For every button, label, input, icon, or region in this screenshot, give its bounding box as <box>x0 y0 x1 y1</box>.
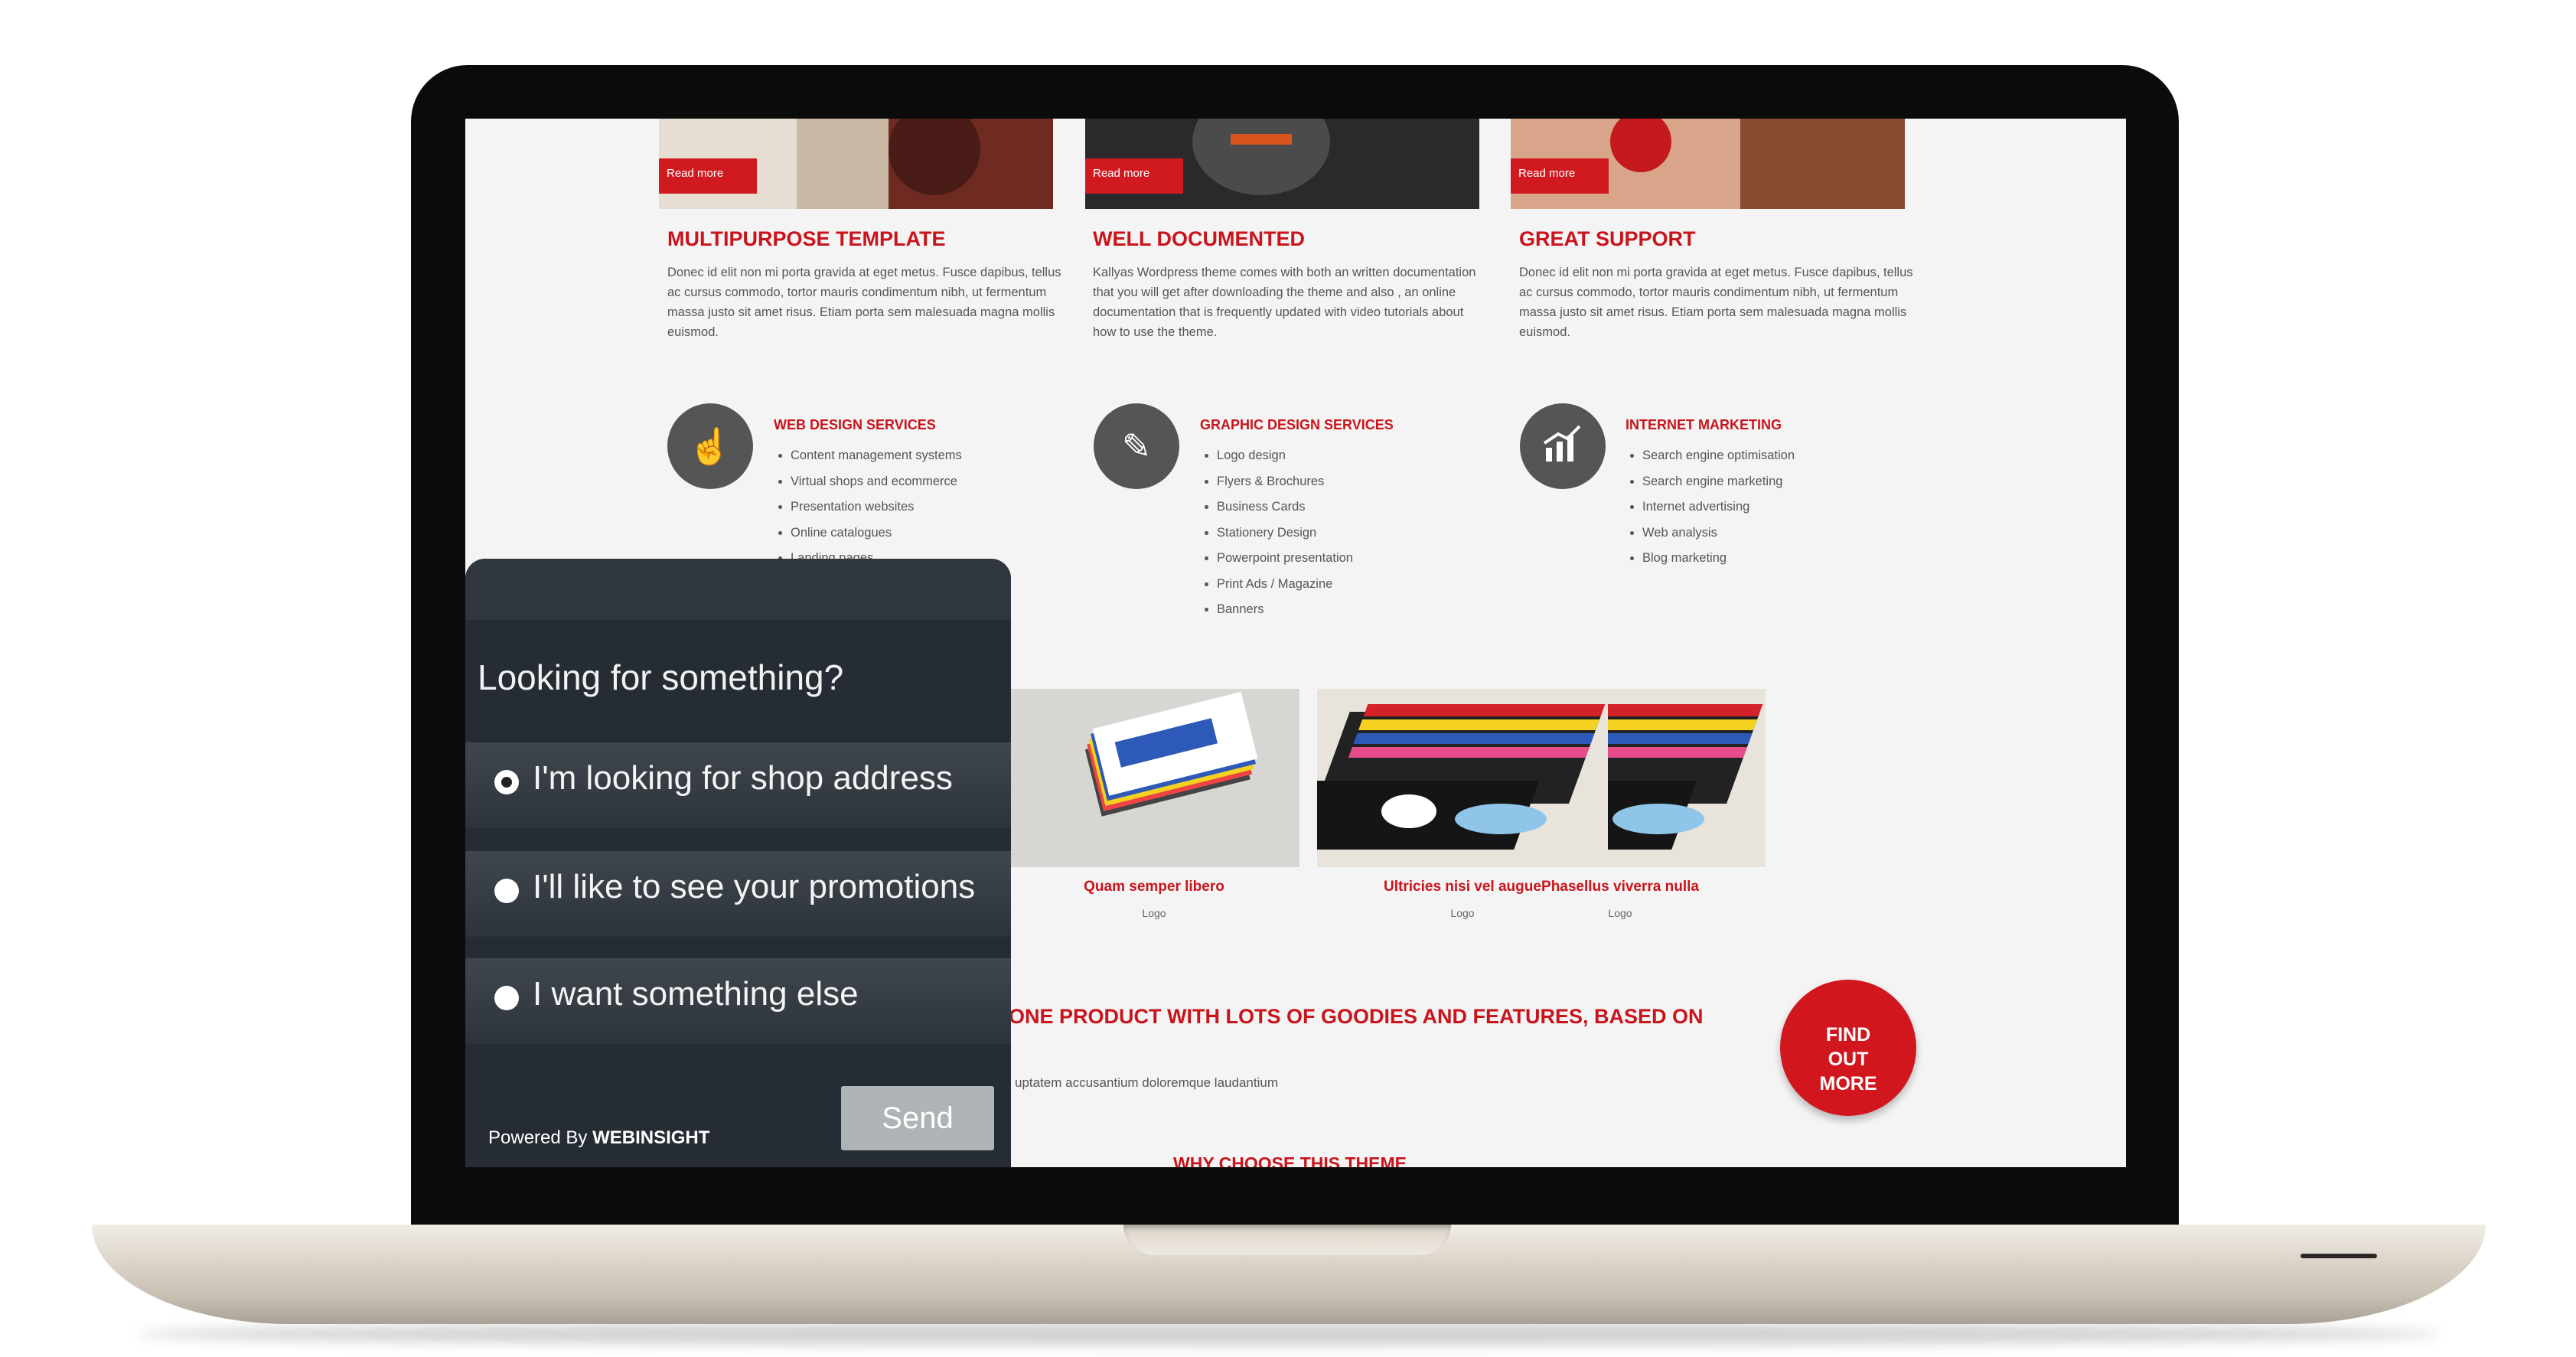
widget-header[interactable] <box>465 559 1011 620</box>
service-item: Flyers & Brochures <box>1217 469 1353 495</box>
find-out-more-button[interactable]: FIND OUT MORE <box>1780 980 1916 1116</box>
portfolio-title[interactable]: Phasellus viverra nulla <box>1475 879 1766 895</box>
service-item: Search engine marketing <box>1642 469 1795 495</box>
service-item: Blog marketing <box>1642 546 1795 572</box>
laptop-shadow <box>138 1323 2441 1346</box>
feature-title: MULTIPURPOSE TEMPLATE <box>667 227 946 250</box>
service-item: Presentation websites <box>791 494 962 520</box>
service-item: Stationery Design <box>1217 520 1353 546</box>
read-more-button[interactable]: Read more <box>1511 158 1609 194</box>
option-promotions[interactable]: I'll like to see your promotions <box>465 851 1011 937</box>
laptop-lid-notch <box>1123 1225 1451 1255</box>
portfolio-title[interactable]: Quam semper libero <box>1009 879 1299 895</box>
service-item: Virtual shops and ecommerce <box>791 469 962 495</box>
feature-title: WELL DOCUMENTED <box>1093 227 1305 250</box>
service-item: Print Ads / Magazine <box>1217 572 1353 598</box>
service-title: WEB DESIGN SERVICES <box>774 417 936 432</box>
feature-image-2: Read more <box>1085 119 1479 209</box>
feature-text: Donec id elit non mi porta gravida at eg… <box>1519 266 1913 339</box>
callout-headline: ONE PRODUCT WITH LOTS OF GOODIES AND FEA… <box>1009 1005 1704 1028</box>
hand-pointer-icon: ☝ <box>667 403 753 489</box>
portfolio-category: Logo <box>1608 907 1632 919</box>
service-title: INTERNET MARKETING <box>1625 417 1782 432</box>
service-item: Online catalogues <box>791 520 962 546</box>
option-label: I'm looking for shop address <box>533 759 953 797</box>
powered-brand: WEBINSIGHT <box>592 1127 710 1148</box>
radio-unselected[interactable] <box>494 879 519 903</box>
website-screen: Read more MULTIPURPOSE TEMPLATE Donec id… <box>465 119 2126 1167</box>
read-more-button[interactable]: Read more <box>659 158 757 194</box>
feature-text: Donec id elit non mi porta gravida at eg… <box>667 266 1061 339</box>
feature-image-1: Read more <box>659 119 1053 209</box>
option-shop-address[interactable]: I'm looking for shop address <box>465 742 1011 828</box>
option-something-else[interactable]: I want something else <box>465 958 1011 1044</box>
portfolio-thumbnail-2[interactable] <box>1317 689 1608 867</box>
option-label: I want something else <box>533 975 859 1013</box>
portfolio-thumbnail-1[interactable] <box>1009 689 1299 867</box>
feature-text: Kallyas Wordpress theme comes with both … <box>1093 266 1476 339</box>
widget-title: Looking for something? <box>478 657 844 697</box>
section-title: WHY CHOOSE THIS THEME <box>1173 1153 1407 1167</box>
service-item: Internet advertising <box>1642 494 1795 520</box>
service-item: Powerpoint presentation <box>1217 546 1353 572</box>
feature-image-3: Read more <box>1511 119 1905 209</box>
callout-subtext: uptatem accusantium doloremque laudantiu… <box>1015 1075 1278 1090</box>
service-item: Business Cards <box>1217 494 1353 520</box>
service-item: Search engine optimisation <box>1642 443 1795 469</box>
feedback-widget: Looking for something? I'm looking for s… <box>465 559 1011 1167</box>
portfolio-image <box>1009 689 1299 867</box>
powered-prefix: Powered By <box>488 1127 588 1148</box>
read-more-button[interactable]: Read more <box>1085 158 1183 194</box>
service-item: Logo design <box>1217 443 1353 469</box>
chart-icon <box>1520 403 1606 489</box>
option-label: I'll like to see your promotions <box>533 868 976 905</box>
powered-by[interactable]: Powered By WEBINSIGHT <box>488 1127 709 1149</box>
service-title: GRAPHIC DESIGN SERVICES <box>1200 417 1394 432</box>
radio-selected[interactable] <box>494 770 519 794</box>
service-item: Web analysis <box>1642 520 1795 546</box>
portfolio-category: Logo <box>1142 907 1166 919</box>
service-item: Content management systems <box>791 443 962 469</box>
radio-unselected[interactable] <box>494 986 519 1010</box>
portfolio-image <box>1317 689 1608 867</box>
paintbrush-icon: ✎ <box>1094 403 1179 489</box>
service-list: Search engine optimisation Search engine… <box>1625 443 1795 572</box>
feature-title: GREAT SUPPORT <box>1519 227 1696 250</box>
service-item: Banners <box>1217 597 1353 623</box>
service-list: Content management systems Virtual shops… <box>774 443 962 572</box>
laptop-indicator <box>2300 1254 2377 1258</box>
chart-icon-glyph <box>1543 425 1581 462</box>
send-button[interactable]: Send <box>841 1086 994 1150</box>
service-list: Logo design Flyers & Brochures Business … <box>1200 443 1353 623</box>
